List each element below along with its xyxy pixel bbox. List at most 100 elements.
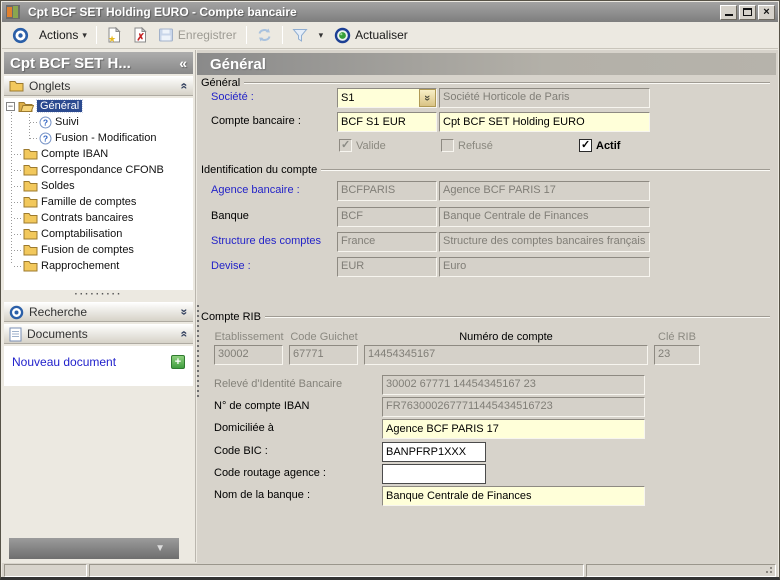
panel-header-documents[interactable]: Documents « bbox=[4, 324, 193, 344]
nom-banque-input[interactable] bbox=[382, 486, 645, 506]
delete-button[interactable]: ✗ bbox=[127, 25, 153, 45]
save-button[interactable]: Enregistrer bbox=[153, 25, 242, 45]
tree-item-label: Fusion - Modification bbox=[55, 132, 157, 144]
structure-name-field: Structure des comptes bancaires français bbox=[439, 232, 650, 252]
chevron-down-icon: ▾ bbox=[82, 30, 87, 41]
refresh-button[interactable]: Actualiser bbox=[329, 25, 413, 46]
refuse-checkbox[interactable] bbox=[441, 139, 454, 152]
numero-compte-header: Numéro de compte bbox=[459, 331, 553, 343]
tree-item-fusion-modification[interactable]: ? Fusion - Modification bbox=[4, 130, 193, 146]
page-title: Général bbox=[210, 56, 266, 73]
help-icon: ? bbox=[39, 116, 52, 129]
structure-comptes-label[interactable]: Structure des comptes bbox=[211, 235, 321, 247]
minimize-button[interactable] bbox=[720, 5, 737, 20]
tree-item-label: Contrats bancaires bbox=[41, 212, 133, 224]
domicilie-input[interactable] bbox=[382, 419, 645, 439]
agence-name-field: Agence BCF PARIS 17 bbox=[439, 181, 650, 201]
status-cell-right bbox=[586, 564, 776, 577]
panel-header-recherche[interactable]: Recherche » bbox=[4, 302, 193, 322]
group-identification-title: Identification du compte bbox=[201, 164, 317, 176]
panel-recherche-label: Recherche bbox=[29, 305, 87, 319]
tree-item-label: Suivi bbox=[55, 116, 79, 128]
iban-label: N° de compte IBAN bbox=[214, 400, 310, 412]
toolbar-separator bbox=[96, 26, 97, 44]
sync-button[interactable] bbox=[251, 25, 278, 45]
group-rib-title: Compte RIB bbox=[201, 311, 261, 323]
societe-name-field: Société Horticole de Paris bbox=[439, 88, 650, 108]
tree-expander-icon[interactable]: − bbox=[6, 102, 15, 111]
tree-item-label: Famille de comptes bbox=[41, 196, 136, 208]
devise-name-field: Euro bbox=[439, 257, 650, 277]
new-document-button[interactable]: ★ bbox=[101, 25, 127, 45]
tree-item-label: Fusion de comptes bbox=[41, 244, 134, 256]
nom-banque-label: Nom de la banque : bbox=[214, 489, 310, 501]
code-routage-label: Code routage agence : bbox=[214, 467, 326, 479]
code-guichet-header: Code Guichet bbox=[290, 331, 357, 343]
compte-code-input[interactable] bbox=[337, 112, 437, 132]
chevron-up-icon[interactable]: « bbox=[178, 331, 192, 338]
status-cell-middle bbox=[89, 564, 584, 577]
devise-code-field: EUR bbox=[337, 257, 437, 277]
add-document-button[interactable]: + bbox=[171, 355, 185, 369]
search-target-icon bbox=[9, 305, 24, 320]
societe-label[interactable]: Société : bbox=[211, 91, 254, 103]
actions-menu-button[interactable]: Actions ▾ bbox=[34, 26, 92, 44]
refresh-label: Actualiser bbox=[355, 28, 408, 42]
actif-label: Actif bbox=[596, 140, 620, 152]
sidebar-collapse-button[interactable]: « bbox=[179, 55, 187, 71]
chevron-down-icon[interactable]: » bbox=[178, 309, 192, 316]
folder-icon bbox=[23, 164, 38, 176]
societe-dropdown-button[interactable]: » bbox=[419, 89, 436, 107]
refuse-label: Refusé bbox=[458, 140, 493, 152]
tree-item-contrats-bancaires[interactable]: Contrats bancaires bbox=[4, 210, 193, 226]
actif-checkbox[interactable] bbox=[579, 139, 592, 152]
agence-bancaire-label[interactable]: Agence bancaire : bbox=[211, 184, 300, 196]
filter-dropdown-button[interactable]: ▾ bbox=[319, 30, 324, 41]
resize-grip[interactable] bbox=[770, 567, 772, 569]
sidebar-bottom-button[interactable]: ▼ bbox=[9, 538, 179, 559]
valide-checkbox[interactable] bbox=[339, 139, 352, 152]
etablissement-field: 30002 bbox=[214, 345, 283, 365]
code-bic-input[interactable] bbox=[382, 442, 486, 462]
tree-item-rapprochement[interactable]: Rapprochement bbox=[4, 258, 193, 274]
code-guichet-field: 67771 bbox=[289, 345, 358, 365]
tree-item-comptabilisation[interactable]: Comptabilisation bbox=[4, 226, 193, 242]
toolbar-separator bbox=[246, 26, 247, 44]
group-identification: Identification du compte bbox=[201, 164, 770, 176]
maximize-button[interactable] bbox=[739, 5, 756, 20]
tree-item-soldes[interactable]: Soldes bbox=[4, 178, 193, 194]
folder-icon bbox=[9, 80, 24, 92]
tree-item-fusion-de-comptes[interactable]: Fusion de comptes bbox=[4, 242, 193, 258]
actions-target-icon bbox=[7, 25, 34, 46]
panel-header-onglets[interactable]: Onglets « bbox=[4, 76, 193, 96]
code-routage-input[interactable] bbox=[382, 464, 486, 484]
compte-name-input[interactable] bbox=[439, 112, 650, 132]
new-document-link[interactable]: Nouveau document bbox=[12, 355, 116, 369]
chevron-up-icon[interactable]: « bbox=[178, 83, 192, 90]
refresh-icon bbox=[334, 27, 351, 44]
tree-item-general[interactable]: − Général bbox=[4, 98, 193, 114]
tree-item-compte-iban[interactable]: Compte IBAN bbox=[4, 146, 193, 162]
svg-text:★: ★ bbox=[108, 34, 116, 43]
tree-item-label: Comptabilisation bbox=[41, 228, 122, 240]
folder-icon bbox=[23, 148, 38, 160]
devise-label[interactable]: Devise : bbox=[211, 260, 251, 272]
close-button[interactable]: × bbox=[758, 5, 775, 20]
etablissement-header: Etablissement bbox=[214, 331, 283, 343]
filter-button[interactable] bbox=[287, 26, 313, 45]
tree-item-correspondance-cfonb[interactable]: Correspondance CFONB bbox=[4, 162, 193, 178]
tree-item-famille-de-comptes[interactable]: Famille de comptes bbox=[4, 194, 193, 210]
close-icon: × bbox=[763, 7, 769, 17]
tree-item-suivi[interactable]: ? Suivi bbox=[4, 114, 193, 130]
sidebar-splitter[interactable]: ········· bbox=[4, 290, 193, 302]
titlebar: Cpt BCF SET Holding EURO - Compte bancai… bbox=[2, 2, 778, 22]
delete-icon: ✗ bbox=[132, 27, 148, 43]
status-cell-left bbox=[4, 564, 87, 577]
svg-text:?: ? bbox=[43, 117, 48, 127]
page-title-bar: Général bbox=[197, 53, 776, 75]
numero-compte-field: 14454345167 bbox=[364, 345, 648, 365]
main-panel: Général Général Société : » Société Hort… bbox=[197, 50, 778, 563]
structure-code-field: France bbox=[337, 232, 437, 252]
sidebar-header: Cpt BCF SET H... « bbox=[4, 52, 193, 74]
maximize-icon bbox=[743, 8, 752, 16]
